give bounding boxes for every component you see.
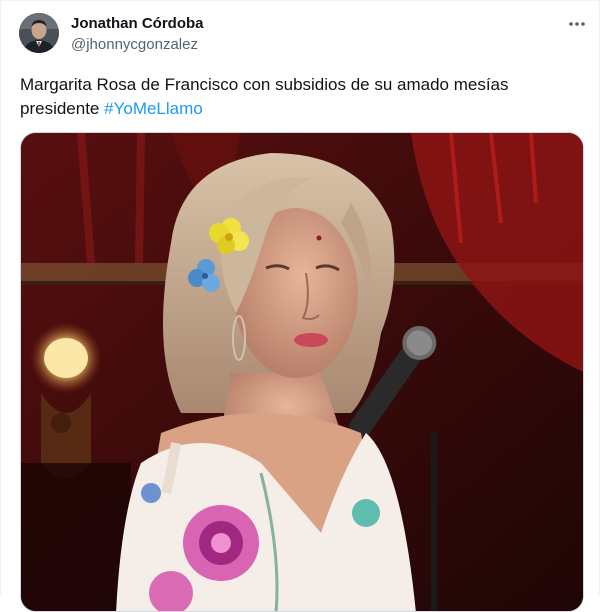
more-horizontal-icon <box>569 22 585 26</box>
media-photo-illustration <box>21 133 583 611</box>
tweet-text-body: Margarita Rosa de Francisco con subsidio… <box>20 75 509 118</box>
author-handle[interactable]: @jhonnycgonzalez <box>71 36 198 53</box>
hashtag-link[interactable]: #YoMeLlamo <box>104 99 203 118</box>
tweet-text: Margarita Rosa de Francisco con subsidio… <box>20 73 580 121</box>
avatar[interactable] <box>19 13 59 53</box>
tweet-card[interactable]: Jonathan Córdoba @jhonnycgonzalez Margar… <box>0 0 600 612</box>
author-name[interactable]: Jonathan Córdoba <box>71 15 204 32</box>
avatar-image <box>19 13 59 53</box>
tweet-media-photo[interactable] <box>20 132 584 612</box>
more-options-button[interactable] <box>563 13 591 35</box>
